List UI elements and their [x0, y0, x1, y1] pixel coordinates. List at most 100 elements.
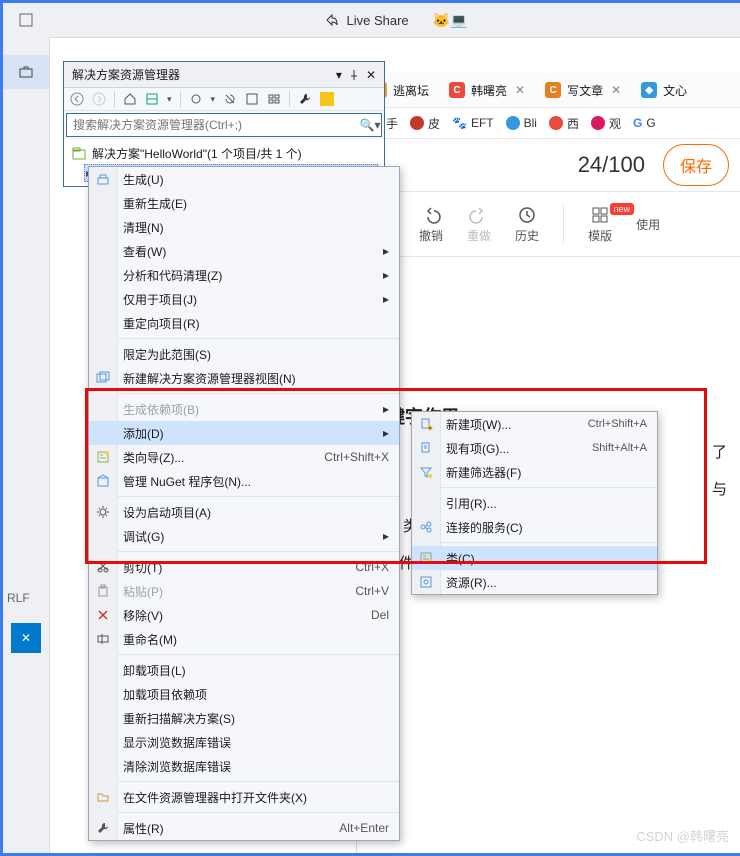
menu-item-14[interactable]: 管理 NuGet 程序包(N)...: [89, 469, 399, 493]
home-icon[interactable]: [123, 92, 137, 106]
encoding-indicator: RLF: [7, 591, 30, 605]
switch-view-icon[interactable]: [145, 92, 159, 106]
menu-item-30[interactable]: 在文件资源管理器中打开文件夹(X): [89, 785, 399, 809]
menu-item-20[interactable]: 粘贴(P)Ctrl+V: [89, 579, 399, 603]
menu-item-27[interactable]: 显示浏览数据库错误: [89, 730, 399, 754]
panel-dropdown-icon[interactable]: ▾: [336, 68, 342, 82]
submenu-item-2[interactable]: 新建筛选器(F): [412, 460, 657, 484]
menu-item-21[interactable]: 移除(V)Del: [89, 603, 399, 627]
solution-icon: [72, 147, 86, 161]
share-icon: [324, 12, 340, 28]
bookmark-2[interactable]: 🐾EFT: [452, 116, 494, 130]
submenu-item-8[interactable]: 资源(R)...: [412, 570, 657, 594]
top-strip: Live Share 🐱‍💻: [49, 3, 740, 38]
bookmark-3[interactable]: Bli: [506, 116, 537, 130]
menu-item-26[interactable]: 重新扫描解决方案(S): [89, 706, 399, 730]
bookmark-4[interactable]: 西: [549, 115, 579, 132]
tb-use[interactable]: 使用: [636, 216, 660, 233]
search-input[interactable]: [67, 114, 359, 136]
menu-item-3[interactable]: 查看(W)▸: [89, 239, 399, 263]
submenu-item-5[interactable]: 连接的服务(C): [412, 515, 657, 539]
class-icon: [418, 550, 434, 566]
menu-item-32[interactable]: 属性(R)Alt+Enter: [89, 816, 399, 840]
submenu-item-4[interactable]: 引用(R)...: [412, 491, 657, 515]
menu-item-22[interactable]: 重命名(M): [89, 627, 399, 651]
newview-icon: [95, 370, 111, 386]
menu-item-8[interactable]: 限定为此范围(S): [89, 342, 399, 366]
rail-icon-1[interactable]: [3, 3, 49, 37]
rail-icon-toolbox[interactable]: [3, 55, 49, 89]
save-draft-button[interactable]: 保存: [663, 144, 729, 186]
menu-item-9[interactable]: 新建解决方案资源管理器视图(N): [89, 366, 399, 390]
browser-tabs: 🔒逃离坛C韩曙亮✕C写文章✕◆文心: [357, 73, 740, 108]
newitem-icon: [418, 416, 434, 432]
counter-bar: 24/100 保存: [357, 139, 740, 192]
menu-item-1[interactable]: 重新生成(E): [89, 191, 399, 215]
showall-icon[interactable]: [245, 92, 259, 106]
bookmark-6[interactable]: GG: [633, 116, 656, 130]
submenu-item-0[interactable]: 新建项(W)...Ctrl+Shift+A: [412, 412, 657, 436]
nuget-icon: [95, 473, 111, 489]
submenu-item-7[interactable]: 类(C)...: [412, 546, 657, 570]
menu-item-11[interactable]: 生成依赖项(B)▸: [89, 397, 399, 421]
tab-close-icon[interactable]: ✕: [611, 83, 621, 97]
menu-item-17[interactable]: 调试(G)▸: [89, 524, 399, 548]
pin-icon[interactable]: [348, 69, 360, 81]
browser-tab-1[interactable]: C韩曙亮✕: [441, 78, 533, 103]
toolbar-separator: [563, 204, 564, 244]
wizard-icon: [95, 449, 111, 465]
submenu-arrow-icon: ▸: [383, 292, 389, 306]
word-count: 24/100: [578, 152, 645, 178]
submenu-arrow-icon: ▸: [383, 426, 389, 440]
bookmark-1[interactable]: 皮: [410, 115, 440, 132]
build-icon: [95, 171, 111, 187]
nav-fwd-icon[interactable]: [92, 92, 106, 106]
editor-toolbar: 保存 撤销 重做 历史 模版 使用: [357, 192, 740, 257]
tb-redo[interactable]: 重做: [467, 205, 491, 244]
menu-item-5[interactable]: 仅用于项目(J)▸: [89, 287, 399, 311]
admin-icon[interactable]: 🐱‍💻: [433, 12, 468, 29]
wrench-icon[interactable]: [298, 92, 312, 106]
menu-item-28[interactable]: 清除浏览数据库错误: [89, 754, 399, 778]
rename-icon: [95, 631, 111, 647]
tb-undo[interactable]: 撤销: [419, 205, 443, 244]
menu-item-6[interactable]: 重定向项目(R): [89, 311, 399, 335]
menu-item-2[interactable]: 清理(N): [89, 215, 399, 239]
collapse-icon[interactable]: [267, 92, 281, 106]
menu-item-24[interactable]: 卸载项目(L): [89, 658, 399, 682]
solution-row[interactable]: 解决方案"HelloWorld"(1 个项目/共 1 个): [70, 143, 378, 164]
menu-item-4[interactable]: 分析和代码清理(Z)▸: [89, 263, 399, 287]
delete-icon: [95, 607, 111, 623]
refresh-icon[interactable]: [223, 92, 237, 106]
panel-close-icon[interactable]: ✕: [366, 68, 376, 82]
menu-item-16[interactable]: 设为启动项目(A): [89, 500, 399, 524]
nav-back-icon[interactable]: [70, 92, 84, 106]
menu-item-25[interactable]: 加载项目依赖项: [89, 682, 399, 706]
tab-close-icon[interactable]: ✕: [515, 83, 525, 97]
panel-toolbar: ▾ ▾: [64, 88, 384, 111]
submenu-arrow-icon: ▸: [383, 529, 389, 543]
tab-favicon: ◆: [641, 82, 657, 98]
side-tab-close[interactable]: ✕: [11, 623, 41, 653]
menu-item-13[interactable]: 类向导(Z)...Ctrl+Shift+X: [89, 445, 399, 469]
menu-item-0[interactable]: 生成(U): [89, 167, 399, 191]
panel-search[interactable]: 🔍▾: [66, 113, 382, 137]
panel-title: 解决方案资源管理器: [72, 66, 180, 83]
browser-tab-3[interactable]: ◆文心: [633, 78, 695, 103]
menu-item-12[interactable]: 添加(D)▸: [89, 421, 399, 445]
gear-icon: [95, 504, 111, 520]
submenu-item-1[interactable]: 现有项(G)...Shift+Alt+A: [412, 436, 657, 460]
solution-label: 解决方案"HelloWorld"(1 个项目/共 1 个): [92, 145, 302, 162]
menu-item-19[interactable]: 剪切(T)Ctrl+X: [89, 555, 399, 579]
tb-template[interactable]: 模版: [588, 205, 612, 244]
flag-icon[interactable]: [320, 92, 334, 106]
context-menu: 生成(U)重新生成(E)清理(N)查看(W)▸分析和代码清理(Z)▸仅用于项目(…: [88, 166, 400, 841]
search-icon[interactable]: 🔍▾: [359, 118, 381, 132]
tb-history[interactable]: 历史: [515, 205, 539, 244]
browser-tab-2[interactable]: C写文章✕: [537, 78, 629, 103]
bookmark-5[interactable]: 观: [591, 115, 621, 132]
submenu-arrow-icon: ▸: [383, 402, 389, 416]
live-share-button[interactable]: Live Share: [324, 12, 408, 28]
service-icon: [418, 519, 434, 535]
sync-icon[interactable]: [189, 92, 203, 106]
